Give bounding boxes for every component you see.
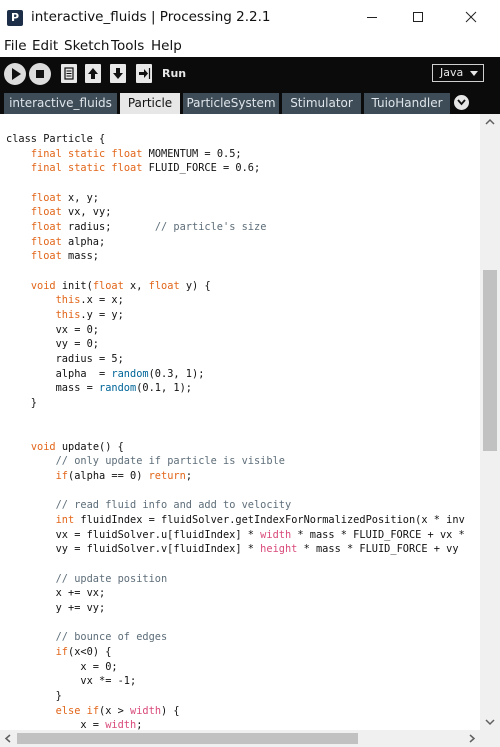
- scroll-down-button[interactable]: [480, 713, 500, 730]
- menu-edit[interactable]: Edit: [32, 38, 58, 54]
- window-title: interactive_fluids | Processing 2.2.1: [31, 9, 271, 25]
- processing-app-icon: P: [7, 10, 23, 26]
- mode-selector[interactable]: Java: [432, 64, 484, 82]
- tab-particle-system[interactable]: ParticleSystem: [183, 93, 279, 114]
- chevron-down-icon: [457, 99, 466, 106]
- export-icon: [139, 68, 151, 79]
- maximize-button[interactable]: [395, 0, 441, 35]
- open-icon: [88, 68, 98, 79]
- chevron-left-icon: [4, 734, 11, 743]
- scrollbar-corner: [480, 730, 500, 747]
- code-editor[interactable]: class Particle { final static float MOME…: [0, 114, 480, 730]
- tab-menu-button[interactable]: [454, 95, 469, 110]
- minimize-button[interactable]: [349, 0, 395, 35]
- run-label: Run: [162, 67, 187, 80]
- export-button[interactable]: [136, 64, 152, 83]
- menu-tools[interactable]: Tools: [111, 38, 144, 54]
- scroll-left-button[interactable]: [0, 730, 17, 747]
- tab-interactive-fluids[interactable]: interactive_fluids: [4, 93, 117, 114]
- chevron-down-icon: [485, 719, 495, 726]
- menu-sketch[interactable]: Sketch: [64, 38, 109, 54]
- title-bar: P interactive_fluids | Processing 2.2.1: [0, 0, 500, 35]
- scroll-up-button[interactable]: [480, 114, 500, 131]
- menu-bar: File Edit Sketch Tools Help: [0, 36, 500, 56]
- horizontal-scroll-thumb[interactable]: [17, 733, 358, 744]
- open-button[interactable]: [85, 64, 101, 83]
- menu-help[interactable]: Help: [151, 38, 182, 54]
- new-button[interactable]: [61, 64, 77, 83]
- tab-tuio-handler[interactable]: TuioHandler: [364, 93, 450, 114]
- toolbar: Run Java: [0, 57, 500, 90]
- close-icon: [465, 11, 477, 23]
- stop-button[interactable]: [29, 63, 51, 85]
- mode-selector-value: Java: [440, 66, 464, 79]
- chevron-up-icon: [485, 118, 495, 125]
- stop-icon: [36, 70, 44, 78]
- tab-bar: interactive_fluids Particle ParticleSyst…: [0, 90, 500, 114]
- close-button[interactable]: [448, 0, 494, 35]
- scroll-right-button[interactable]: [463, 730, 480, 747]
- vertical-scrollbar[interactable]: [480, 114, 500, 730]
- chevron-down-icon: [470, 71, 478, 76]
- tab-stimulator[interactable]: Stimulator: [282, 93, 361, 114]
- save-button[interactable]: [110, 64, 126, 83]
- play-icon: [12, 68, 21, 80]
- new-icon: [64, 67, 74, 80]
- minimize-icon: [367, 17, 377, 18]
- save-icon: [113, 68, 123, 79]
- vertical-scroll-thumb[interactable]: [483, 270, 497, 451]
- tab-particle[interactable]: Particle: [120, 93, 180, 114]
- horizontal-scrollbar[interactable]: [0, 730, 480, 747]
- maximize-icon: [413, 12, 423, 22]
- code-text[interactable]: class Particle { final static float MOME…: [6, 132, 465, 730]
- menu-file[interactable]: File: [4, 38, 27, 54]
- chevron-right-icon: [469, 734, 476, 743]
- run-button[interactable]: [4, 63, 26, 85]
